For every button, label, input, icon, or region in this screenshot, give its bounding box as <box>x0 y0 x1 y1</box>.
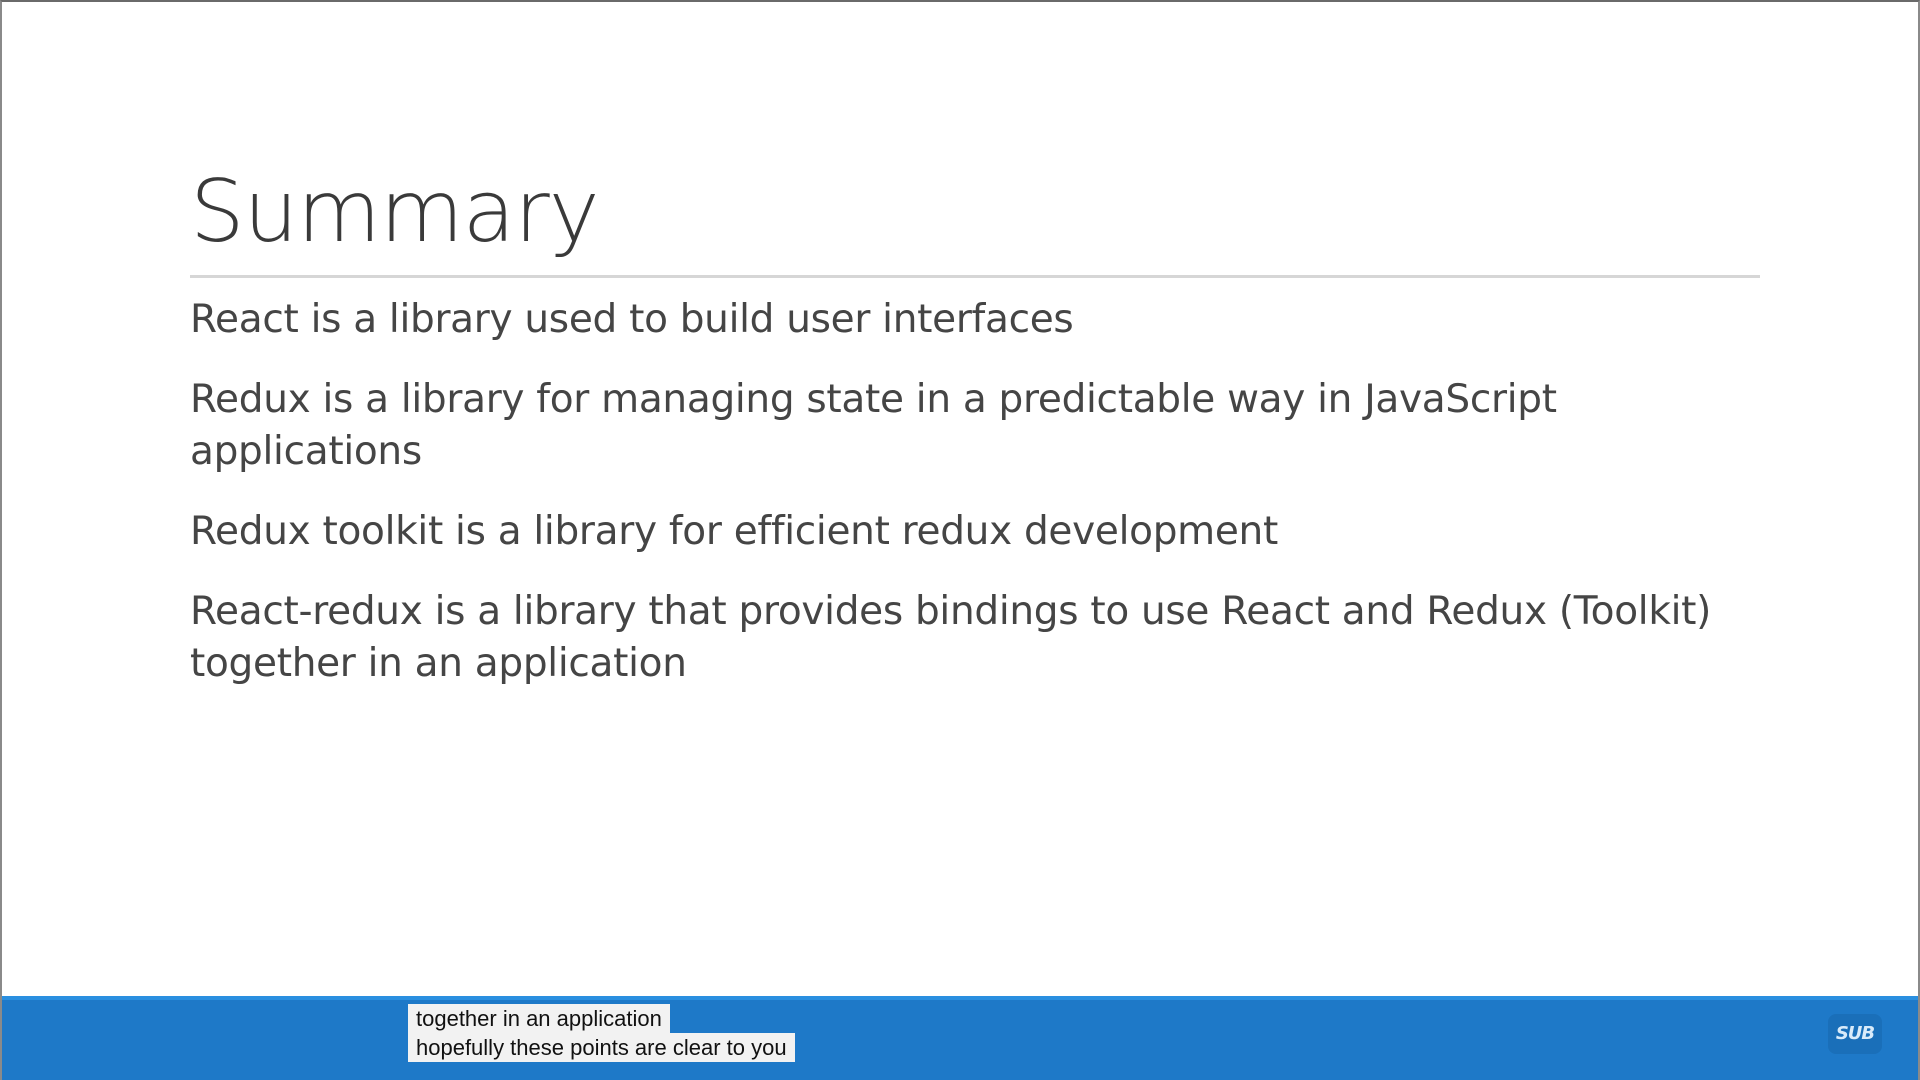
bullet-list: React is a library used to build user in… <box>190 294 1750 718</box>
slide-title: Summary <box>190 162 600 262</box>
caption-bar: together in an application hopefully the… <box>2 996 1918 1080</box>
bullet-react: React is a library used to build user in… <box>190 297 1074 342</box>
subtitle-line-1: together in an application <box>408 1004 670 1033</box>
bullet-redux-toolkit: Redux toolkit is a library for efficient… <box>190 509 1278 554</box>
subtitle-box: together in an application hopefully the… <box>408 1004 795 1062</box>
title-divider <box>190 275 1760 278</box>
subtitles-badge-icon[interactable]: SUB <box>1828 1014 1882 1054</box>
video-frame: Summary React is a library used to build… <box>0 0 1920 1080</box>
bullet-redux: Redux is a library for managing state in… <box>190 377 1557 474</box>
bullet-react-redux: React-redux is a library that provides b… <box>190 589 1712 686</box>
subtitle-line-2: hopefully these points are clear to you <box>408 1033 795 1062</box>
presentation-slide: Summary React is a library used to build… <box>2 2 1918 996</box>
